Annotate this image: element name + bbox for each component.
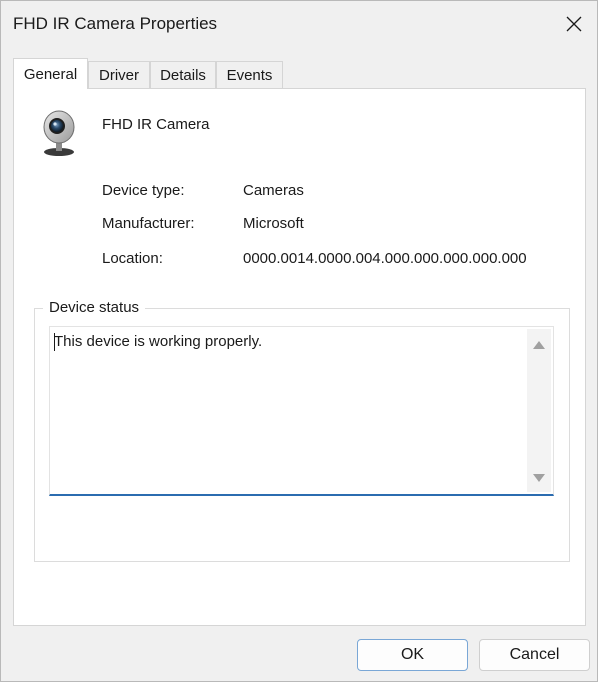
close-icon (566, 16, 582, 32)
tab-details[interactable]: Details (150, 61, 216, 88)
tab-details-label: Details (160, 66, 206, 84)
location-value: 0000.0014.0000.004.000.000.000.000.000 (243, 250, 527, 267)
ok-button[interactable]: OK (357, 639, 468, 671)
scroll-down-button[interactable] (527, 468, 551, 488)
device-status-group: Device status This device is working pro… (34, 299, 570, 562)
properties-dialog: FHD IR Camera Properties General Driver … (0, 0, 598, 682)
text-caret (54, 333, 55, 351)
general-tab-panel: FHD IR Camera Device type: Cameras Manuf… (13, 88, 586, 626)
triangle-up-icon (533, 341, 545, 349)
manufacturer-label: Manufacturer: (102, 215, 195, 232)
location-label: Location: (102, 250, 163, 267)
device-status-textbox[interactable]: This device is working properly. (49, 326, 554, 496)
ok-button-label: OK (400, 646, 425, 663)
close-button[interactable] (551, 1, 597, 47)
device-type-label: Device type: (102, 182, 185, 199)
tab-driver[interactable]: Driver (88, 61, 150, 88)
cancel-button[interactable]: Cancel (479, 639, 590, 671)
webcam-icon (43, 110, 75, 156)
title-bar: FHD IR Camera Properties (1, 1, 597, 49)
device-status-label: Device status (43, 299, 146, 316)
device-name: FHD IR Camera (102, 116, 210, 133)
scroll-up-button[interactable] (527, 335, 551, 355)
device-status-text: This device is working properly. (54, 333, 263, 350)
tab-driver-label: Driver (99, 66, 139, 84)
tab-events-label: Events (226, 66, 273, 84)
tab-general[interactable]: General (13, 58, 88, 89)
window-title: FHD IR Camera Properties (13, 14, 218, 33)
tab-general-label: General (23, 65, 78, 83)
tab-events[interactable]: Events (216, 61, 283, 88)
triangle-down-icon (533, 474, 545, 482)
device-type-value: Cameras (243, 182, 304, 199)
status-scrollbar[interactable] (527, 329, 551, 492)
manufacturer-value: Microsoft (243, 215, 304, 232)
cancel-button-label: Cancel (509, 646, 560, 663)
